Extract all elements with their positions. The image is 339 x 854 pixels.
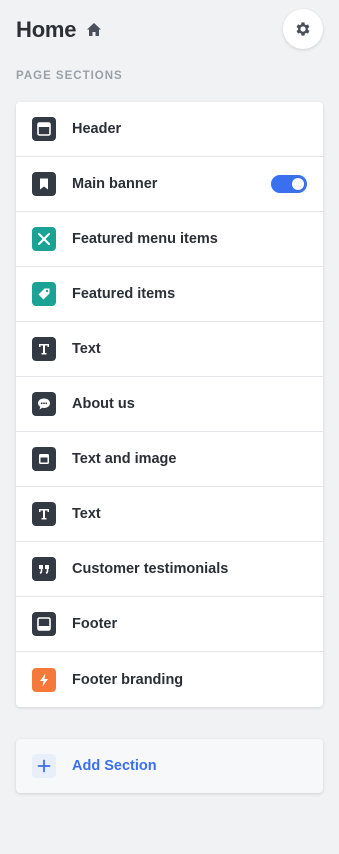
page-title: Home	[16, 17, 77, 42]
section-item-label: Text and image	[72, 451, 177, 467]
section-item-label: About us	[72, 396, 135, 412]
section-item-footer[interactable]: Footer	[16, 597, 323, 652]
section-item-label: Footer	[72, 616, 118, 632]
settings-button[interactable]	[283, 9, 323, 49]
section-item-footer-branding[interactable]: Footer branding	[16, 652, 323, 707]
page-sections-heading: PAGE SECTIONS	[16, 70, 123, 82]
section-item-label: Customer testimonials	[72, 561, 229, 577]
plus-icon	[32, 754, 56, 778]
quote-icon	[32, 557, 56, 581]
section-item-text[interactable]: Text	[16, 322, 323, 377]
section-item-label: Featured items	[72, 286, 176, 302]
utensils-icon	[32, 227, 56, 251]
page-header: Home	[16, 9, 323, 49]
text-image-icon	[32, 447, 56, 471]
footer-layout-icon	[32, 612, 56, 636]
section-item-about-us[interactable]: About us	[16, 377, 323, 432]
section-item-text-2[interactable]: Text	[16, 487, 323, 542]
section-item-label: Main banner	[72, 176, 158, 192]
add-section-button[interactable]: Add Section	[16, 739, 323, 793]
section-item-label: Header	[72, 121, 122, 137]
section-item-header[interactable]: Header	[16, 102, 323, 157]
text-icon	[32, 502, 56, 526]
section-item-main-banner[interactable]: Main banner	[16, 157, 323, 212]
lightning-icon	[32, 667, 56, 692]
section-item-featured-menu-items[interactable]: Featured menu items	[16, 212, 323, 267]
title-wrap: Home	[16, 17, 103, 43]
chat-bubble-icon	[32, 392, 56, 416]
gear-icon	[294, 20, 312, 38]
main-banner-toggle[interactable]	[271, 175, 307, 193]
add-section-label: Add Section	[72, 758, 157, 774]
section-item-label: Text	[72, 506, 101, 522]
section-item-customer-testimonials[interactable]: Customer testimonials	[16, 542, 323, 597]
section-item-label: Footer branding	[72, 671, 184, 688]
section-item-label: Text	[72, 341, 101, 357]
page-sections-list: Header Main banner Featured menu items F…	[16, 102, 323, 707]
section-item-featured-items[interactable]: Featured items	[16, 267, 323, 322]
home-icon	[85, 21, 103, 39]
header-layout-icon	[32, 117, 56, 141]
section-item-label: Featured menu items	[72, 231, 218, 247]
tag-icon	[32, 282, 56, 306]
text-icon	[32, 337, 56, 361]
section-item-text-and-image[interactable]: Text and image	[16, 432, 323, 487]
toggle-knob	[292, 178, 304, 190]
bookmark-icon	[32, 172, 56, 196]
